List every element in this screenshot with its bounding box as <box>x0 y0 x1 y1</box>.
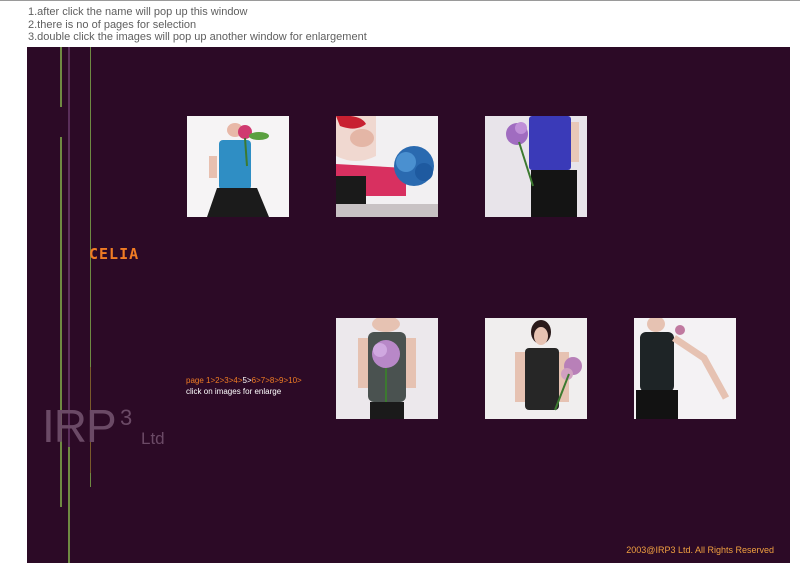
top-divider <box>0 0 800 1</box>
instructions: 1.after click the name will pop up this … <box>28 6 367 44</box>
photo-thumbnail-5[interactable] <box>485 318 587 419</box>
deco-line <box>60 47 62 107</box>
photo-thumbnail-6[interactable] <box>634 318 736 419</box>
photo-thumbnail-2[interactable] <box>336 116 438 217</box>
copyright-notice: 2003@IRP3 Ltd. All Rights Reserved <box>626 545 774 555</box>
page-link-5[interactable]: 5> <box>243 376 252 385</box>
page-link-7[interactable]: 7> <box>261 376 270 385</box>
deco-line <box>68 447 70 563</box>
photo-grey-top-hydrangea <box>336 318 438 419</box>
page-navigation: page 1>2>3>4>5>6>7>8>9>10> <box>186 376 302 386</box>
page-link-10[interactable]: 10> <box>288 376 302 385</box>
page-link-6[interactable]: 6> <box>252 376 261 385</box>
page-link-4[interactable]: 4> <box>233 376 242 385</box>
photo-thumbnail-1[interactable] <box>187 116 289 217</box>
photo-thumbnail-3[interactable] <box>485 116 587 217</box>
page-link-2[interactable]: 2> <box>215 376 224 385</box>
photo-blue-top-flower <box>187 116 289 217</box>
photo-blue-hydrangea <box>336 116 438 217</box>
logo-main: IRP <box>42 400 117 452</box>
page-link-8[interactable]: 8> <box>270 376 279 385</box>
instruction-line-1: 1.after click the name will pop up this … <box>28 6 248 18</box>
photo-black-sleeveless <box>634 318 736 419</box>
page-link-9[interactable]: 9> <box>279 376 288 385</box>
photo-black-top-flowers <box>485 318 587 419</box>
page-link-1[interactable]: 1> <box>206 376 215 385</box>
photo-purple-flower <box>485 116 587 217</box>
model-name-link[interactable]: CELIA <box>89 245 139 263</box>
photo-thumbnail-4[interactable] <box>336 318 438 419</box>
page-label: page <box>186 376 204 385</box>
logo-superscript: 3 <box>120 405 133 430</box>
instruction-line-3: 3.double click the images will pop up an… <box>28 31 367 43</box>
logo-suffix: Ltd <box>141 429 165 448</box>
gallery-window: CELIA page 1>2>3>4>5>6>7>8>9>10> click o… <box>27 47 790 563</box>
enlarge-hint: click on images for enlarge <box>186 387 282 396</box>
instruction-line-2: 2.there is no of pages for selection <box>28 18 197 31</box>
